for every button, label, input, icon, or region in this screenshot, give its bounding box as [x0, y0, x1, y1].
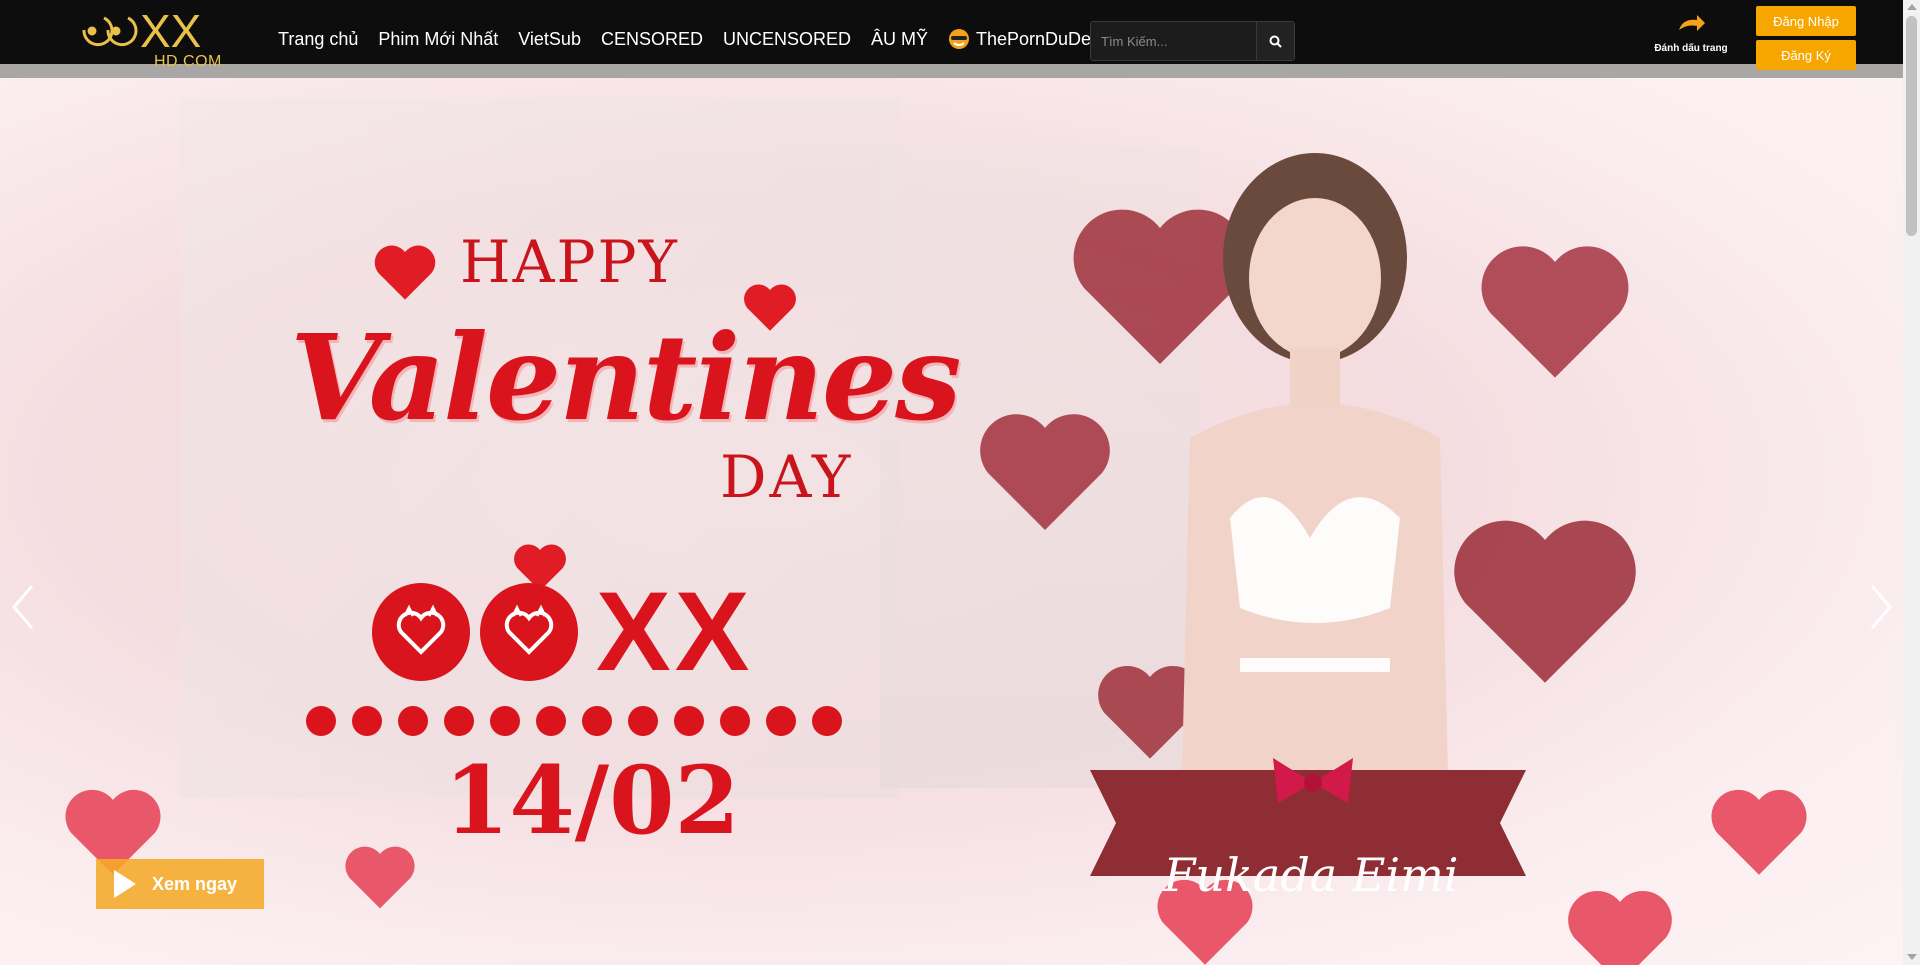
- decor-dot: [490, 706, 520, 736]
- decor-dot: [812, 706, 842, 736]
- decor-dot: [444, 706, 474, 736]
- heart-decoration: [374, 245, 436, 300]
- nav-censored[interactable]: CENSORED: [591, 0, 713, 78]
- heart-decoration: [345, 846, 415, 909]
- nav-western[interactable]: ÂU MỸ: [861, 0, 938, 78]
- decor-dot: [398, 706, 428, 736]
- chevron-left-icon: [12, 585, 34, 629]
- nav-theporndude[interactable]: ThePornDuDe: [938, 0, 1101, 78]
- site-logo[interactable]: XX HD.COM: [80, 6, 230, 70]
- decor-dot: [352, 706, 382, 736]
- heart-decoration: [1568, 890, 1672, 965]
- nav-vietsub-label: VietSub: [518, 28, 581, 49]
- dot-row: [306, 706, 858, 736]
- scroll-down-arrow-icon[interactable]: [1907, 954, 1917, 960]
- event-date: 14/02: [444, 746, 740, 856]
- nav-western-label: ÂU MỸ: [870, 28, 928, 49]
- scrollbar-thumb[interactable]: [1906, 16, 1917, 236]
- bookmark-arrow-icon: [1679, 15, 1705, 31]
- carousel-next-button[interactable]: [1866, 582, 1896, 632]
- login-button[interactable]: Đăng Nhập: [1756, 6, 1856, 36]
- chevron-right-icon: [1870, 585, 1892, 629]
- hero-banner[interactable]: HAPPY Valentines DAY XX 14/02 Fukada Eim…: [0, 78, 1903, 965]
- search-box: [1090, 21, 1295, 61]
- register-button[interactable]: Đăng Ký: [1756, 40, 1856, 70]
- nav-home-label: Trang chủ: [278, 28, 359, 49]
- scroll-up-arrow-icon[interactable]: [1907, 4, 1917, 10]
- porndude-icon: [948, 28, 970, 50]
- decor-dot: [720, 706, 750, 736]
- nav-vietsub[interactable]: VietSub: [508, 0, 591, 78]
- watch-now-label: Xem ngay: [152, 873, 238, 894]
- nav-theporndude-label: ThePornDuDe: [976, 28, 1092, 49]
- heart-decoration: [980, 414, 1110, 530]
- logo-subtitle: HD.COM: [154, 53, 222, 70]
- carousel-prev-button[interactable]: [8, 582, 38, 632]
- search-input[interactable]: [1091, 22, 1256, 60]
- nav-uncensored[interactable]: UNCENSORED: [713, 0, 861, 78]
- nav-latest-movies-label: Phim Mới Nhất: [378, 28, 499, 49]
- title-valentines: Valentines: [290, 308, 962, 447]
- decor-dot: [536, 706, 566, 736]
- devil-heart-icon: [480, 583, 578, 681]
- decor-dot: [306, 706, 336, 736]
- nav-latest-movies[interactable]: Phim Mới Nhất: [368, 0, 508, 78]
- main-nav: Trang chủ Phim Mới Nhất VietSub CENSORED…: [268, 0, 1101, 78]
- play-icon: [114, 870, 136, 898]
- brand-mark: XX: [372, 576, 753, 688]
- heart-decoration: [1711, 789, 1807, 875]
- decor-dot: [582, 706, 612, 736]
- title-day: DAY: [720, 443, 854, 511]
- nav-home[interactable]: Trang chủ: [268, 0, 368, 78]
- devil-heart-icon: [372, 583, 470, 681]
- decor-dot: [674, 706, 704, 736]
- decor-dot: [766, 706, 796, 736]
- svg-text:XX: XX: [140, 6, 201, 56]
- heart-decoration: [1481, 246, 1629, 378]
- decor-dot: [628, 706, 658, 736]
- bookmark-button[interactable]: Đánh dấu trang: [1646, 12, 1736, 60]
- bookmark-label: Đánh dấu trang: [1654, 43, 1728, 54]
- bow-icon: [1273, 758, 1353, 803]
- title-happy: HAPPY: [460, 228, 679, 296]
- search-button[interactable]: [1256, 22, 1294, 60]
- model-name: Fukada Eimi: [1163, 848, 1459, 902]
- nav-censored-label: CENSORED: [600, 28, 703, 49]
- search-icon: [1269, 35, 1282, 48]
- nav-uncensored-label: UNCENSORED: [722, 28, 851, 49]
- brand-xx-text: XX: [596, 569, 754, 694]
- watch-now-button[interactable]: Xem ngay: [96, 859, 264, 909]
